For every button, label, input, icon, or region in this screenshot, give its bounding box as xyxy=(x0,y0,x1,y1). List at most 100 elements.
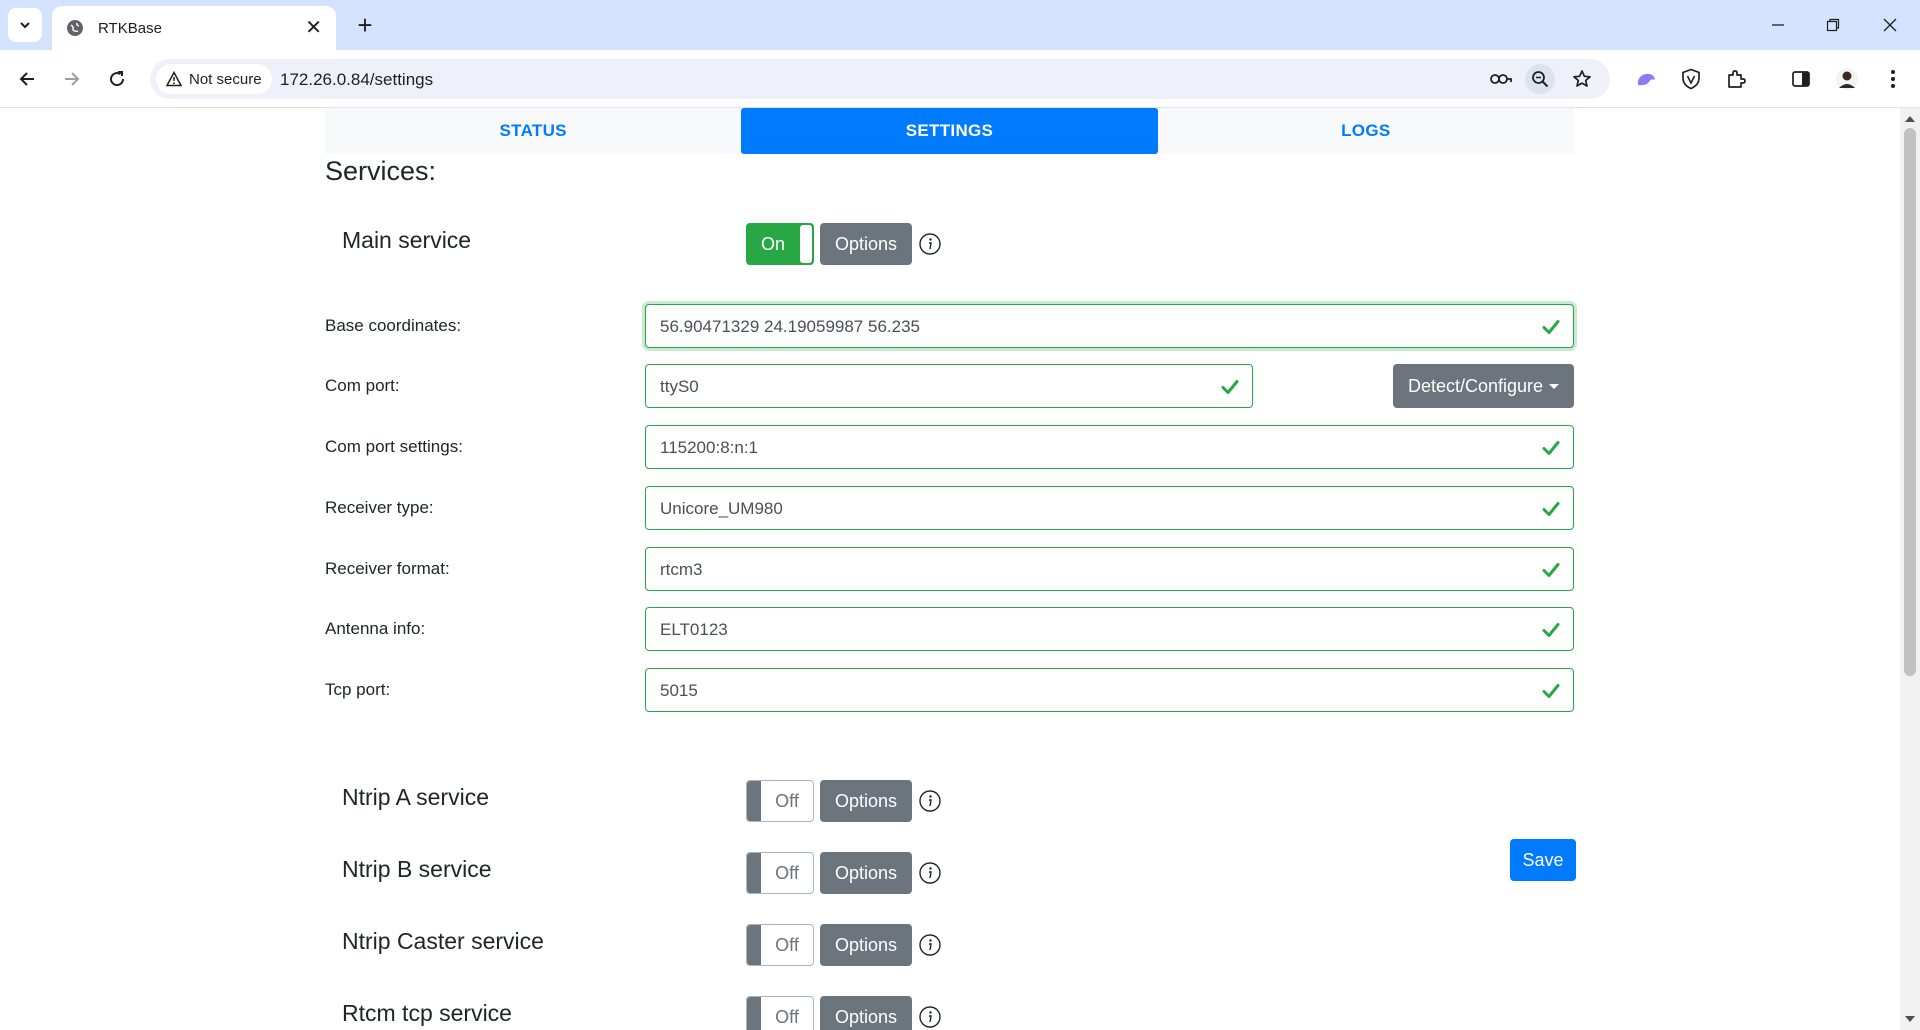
tab-status[interactable]: STATUS xyxy=(325,108,741,154)
receiver-format-input[interactable]: rtcm3 xyxy=(645,547,1574,591)
receiver-type-value: Unicore_UM980 xyxy=(660,499,783,518)
tcp-port-label: Tcp port: xyxy=(325,680,391,699)
back-button[interactable] xyxy=(10,62,44,96)
tab-search-button[interactable] xyxy=(8,8,42,42)
main-service-toggle[interactable]: On xyxy=(746,223,814,265)
toggle-knob xyxy=(747,781,761,821)
save-button[interactable]: Save xyxy=(1510,839,1576,881)
rtcm-tcp-service-row: Rtcm tcp service Off Options xyxy=(342,996,1042,1030)
check-icon xyxy=(1221,380,1239,394)
detect-configure-button[interactable]: Detect/Configure xyxy=(1393,364,1574,408)
toggle-state-label: On xyxy=(760,233,785,254)
detect-configure-label: Detect/Configure xyxy=(1407,375,1544,396)
check-icon xyxy=(1542,623,1560,637)
cloud-extension-icon xyxy=(1637,73,1655,86)
info-icon[interactable] xyxy=(918,789,942,813)
check-icon xyxy=(1542,320,1560,334)
rtcm-tcp-service-label: Rtcm tcp service xyxy=(342,1000,512,1026)
ntrip-caster-service-row: Ntrip Caster service Off Options xyxy=(342,924,1042,966)
profile-button[interactable] xyxy=(1830,62,1864,96)
back-arrow-icon xyxy=(19,72,34,86)
new-tab-button[interactable]: + xyxy=(350,10,380,40)
close-icon xyxy=(1883,18,1897,32)
ntrip-a-service-toggle[interactable]: Off xyxy=(746,780,814,822)
ntrip-caster-service-toggle[interactable]: Off xyxy=(746,924,814,966)
warning-icon xyxy=(166,71,182,87)
zoom-button[interactable] xyxy=(1525,64,1555,94)
info-icon[interactable] xyxy=(918,232,942,256)
antenna-info-label: Antenna info: xyxy=(325,619,426,638)
com-port-settings-row: Com port settings: 115200:8:n:1 xyxy=(325,425,1574,469)
receiver-format-value: rtcm3 xyxy=(660,560,703,579)
browser-tab[interactable]: RTKBase ✕ xyxy=(52,6,336,50)
info-icon[interactable] xyxy=(918,933,942,957)
bookmark-button[interactable] xyxy=(1567,64,1597,94)
forward-button[interactable] xyxy=(55,62,89,96)
info-icon[interactable] xyxy=(918,861,942,885)
antenna-info-input[interactable]: ELT0123 xyxy=(645,607,1574,651)
scroll-up-arrow-icon[interactable] xyxy=(1905,116,1915,122)
password-key-button[interactable] xyxy=(1486,64,1516,94)
check-icon xyxy=(1542,684,1560,698)
rtcm-tcp-options-button[interactable]: Options xyxy=(820,996,912,1030)
base-coordinates-value: 56.90471329 24.19059987 56.235 xyxy=(660,317,920,336)
address-bar[interactable]: Not secure 172.26.0.84/settings xyxy=(150,59,1610,99)
receiver-format-row: Receiver format: rtcm3 xyxy=(325,547,1574,591)
page-scrollbar[interactable] xyxy=(1900,108,1920,1030)
main-service-row: Main service On Options xyxy=(342,223,1042,265)
close-window-button[interactable] xyxy=(1872,8,1908,42)
page-title: Services: xyxy=(325,156,437,186)
check-icon xyxy=(1542,563,1560,577)
receiver-type-label: Receiver type: xyxy=(325,498,434,517)
extensions-menu-button[interactable] xyxy=(1719,62,1753,96)
toggle-state-label: Off xyxy=(775,1006,799,1027)
antenna-info-row: Antenna info: ELT0123 xyxy=(325,607,1574,651)
toggle-state-label: Off xyxy=(775,790,799,811)
ntrip-b-options-button[interactable]: Options xyxy=(820,852,912,894)
receiver-type-row: Receiver type: Unicore_UM980 xyxy=(325,486,1574,530)
com-port-row: Com port: ttyS0 Detect/Configure xyxy=(325,364,1574,408)
url-text: 172.26.0.84/settings xyxy=(280,70,434,89)
restore-button[interactable] xyxy=(1815,8,1851,42)
ntrip-a-service-row: Ntrip A service Off Options xyxy=(342,780,1042,822)
toggle-knob xyxy=(747,997,761,1030)
tcp-port-row: Tcp port: 5015 xyxy=(325,668,1574,712)
toggle-knob xyxy=(800,225,812,263)
reload-icon xyxy=(110,71,125,87)
com-port-input[interactable]: ttyS0 xyxy=(645,364,1253,408)
base-coordinates-input[interactable]: 56.90471329 24.19059987 56.235 xyxy=(645,304,1574,348)
tab-logs[interactable]: LOGS xyxy=(1158,108,1574,154)
scrollbar-thumb[interactable] xyxy=(1904,128,1916,676)
info-icon[interactable] xyxy=(918,1005,942,1029)
side-panel-icon xyxy=(1792,71,1810,87)
close-tab-icon[interactable]: ✕ xyxy=(305,18,322,38)
side-panel-button[interactable] xyxy=(1784,62,1818,96)
puzzle-icon xyxy=(1728,70,1746,88)
star-icon xyxy=(1573,70,1591,87)
forward-arrow-icon xyxy=(65,72,80,86)
tab-settings[interactable]: SETTINGS xyxy=(741,108,1158,154)
ntrip-caster-options-button[interactable]: Options xyxy=(820,924,912,966)
toggle-state-label: Off xyxy=(775,862,799,883)
rtcm-tcp-service-toggle[interactable]: Off xyxy=(746,996,814,1030)
browser-tabstrip: RTKBase ✕ + xyxy=(0,0,1920,50)
extension-button-2[interactable] xyxy=(1674,62,1708,96)
caret-down-icon xyxy=(1549,383,1560,389)
browser-menu-button[interactable] xyxy=(1876,62,1910,96)
scroll-down-arrow-icon[interactable] xyxy=(1905,1016,1915,1022)
tcp-port-value: 5015 xyxy=(660,681,698,700)
com-port-settings-input[interactable]: 115200:8:n:1 xyxy=(645,425,1574,469)
more-vert-icon xyxy=(1891,70,1895,88)
receiver-type-input[interactable]: Unicore_UM980 xyxy=(645,486,1574,530)
ntrip-b-service-label: Ntrip B service xyxy=(342,856,492,882)
ntrip-b-service-toggle[interactable]: Off xyxy=(746,852,814,894)
tcp-port-input[interactable]: 5015 xyxy=(645,668,1574,712)
extension-button-1[interactable] xyxy=(1629,62,1663,96)
minimize-button[interactable] xyxy=(1760,8,1796,42)
ntrip-b-service-row: Ntrip B service Off Options xyxy=(342,852,1042,894)
reload-button[interactable] xyxy=(100,62,134,96)
main-service-options-button[interactable]: Options xyxy=(820,223,912,265)
ntrip-a-options-button[interactable]: Options xyxy=(820,780,912,822)
security-chip[interactable]: Not secure xyxy=(156,64,272,94)
check-icon xyxy=(1542,502,1560,516)
